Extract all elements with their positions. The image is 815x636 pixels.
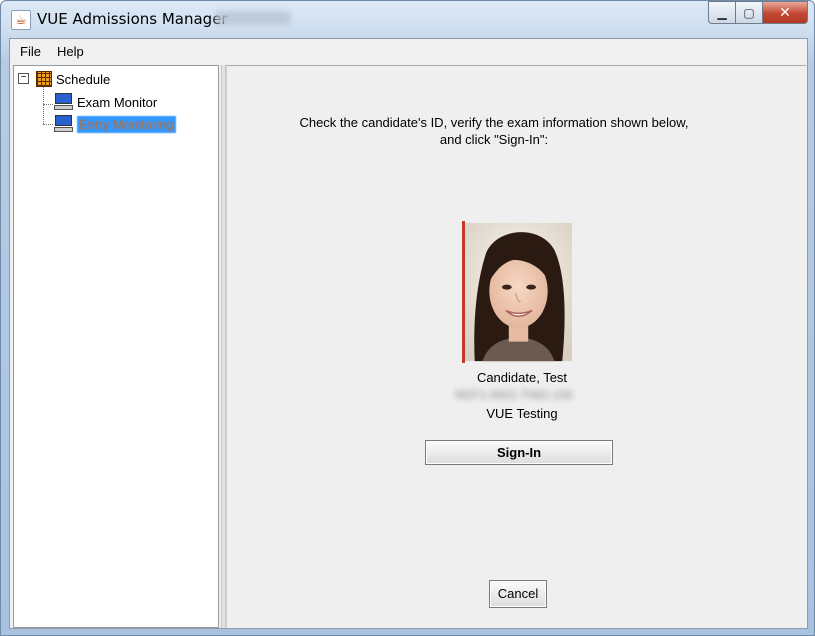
close-button[interactable]: ✕ <box>763 1 808 24</box>
tree-item-label: Schedule <box>56 71 111 87</box>
tree-connector <box>43 104 53 105</box>
instruction-line-2: and click "Sign-In": <box>439 132 549 147</box>
test-site-name: VUE Testing <box>486 406 558 421</box>
monitor-icon <box>54 115 74 133</box>
window-controls: ▁ ▢ ✕ <box>708 1 808 24</box>
maximize-icon: ▢ <box>743 5 755 20</box>
navigation-tree: − Schedule Exam Monitor Entry Monitoring <box>13 65 219 628</box>
tree-item-label-selected: Entry Monitoring <box>77 115 176 133</box>
tree-connector <box>43 86 44 124</box>
cancel-button[interactable]: Cancel <box>489 580 547 608</box>
tree-item-schedule[interactable]: Schedule <box>36 69 110 89</box>
collapse-icon[interactable]: − <box>18 73 29 84</box>
minimize-icon: ▁ <box>717 5 727 20</box>
java-cup-icon[interactable]: ☕ <box>11 10 31 30</box>
candidate-id-blurred: REF1-0001-TNID-100 <box>455 388 573 402</box>
candidate-photo <box>462 221 572 363</box>
window-title: VUE Admissions Manager <box>37 10 228 28</box>
tree-item-entry-monitoring[interactable]: Entry Monitoring <box>54 114 176 134</box>
sign-in-button[interactable]: Sign-In <box>425 440 613 465</box>
tree-item-exam-monitor[interactable]: Exam Monitor <box>54 92 157 112</box>
client-area: File Help − Schedule Exam Monitor Entry … <box>9 38 808 629</box>
menu-bar: File Help <box>10 39 807 63</box>
app-window: ☕ VUE Admissions Manager ▁ ▢ ✕ File Help… <box>0 0 815 636</box>
instruction-line-1: Check the candidate's ID, verify the exa… <box>299 115 689 130</box>
tree-connector <box>43 124 53 125</box>
maximize-button[interactable]: ▢ <box>736 1 763 24</box>
instructions-text: Check the candidate's ID, verify the exa… <box>227 114 761 148</box>
close-icon: ✕ <box>779 4 791 20</box>
tree-item-label: Exam Monitor <box>77 94 158 110</box>
calendar-grid-icon <box>36 71 52 87</box>
candidate-name: Candidate, Test <box>476 370 568 385</box>
minimize-button[interactable]: ▁ <box>708 1 736 24</box>
monitor-icon <box>54 93 74 111</box>
menu-help[interactable]: Help <box>57 44 84 59</box>
menu-file[interactable]: File <box>20 44 41 59</box>
entry-monitoring-panel: Check the candidate's ID, verify the exa… <box>226 65 806 627</box>
window-title-suffix-blurred <box>215 11 291 25</box>
title-bar[interactable]: ☕ VUE Admissions Manager ▁ ▢ ✕ <box>1 1 814 37</box>
